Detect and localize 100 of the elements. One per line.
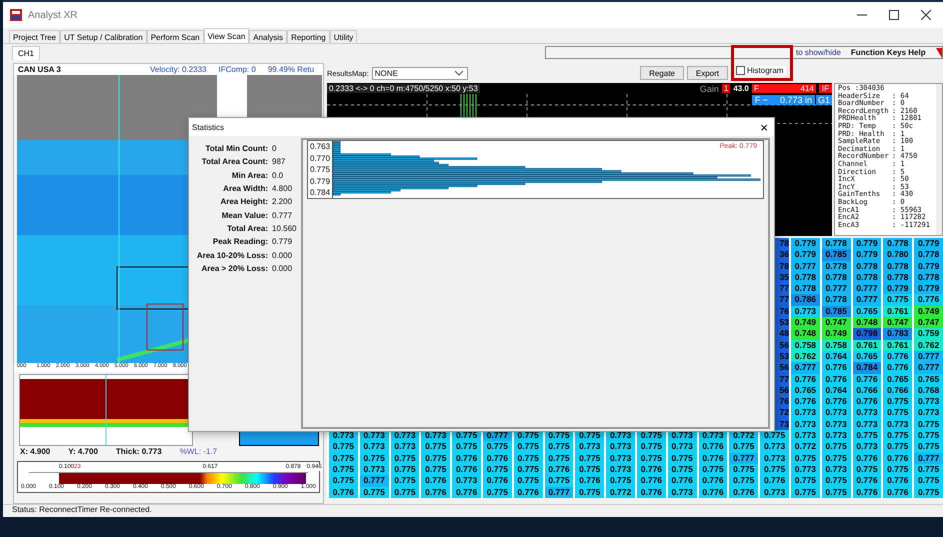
- thickness-cell: 0.775: [822, 475, 851, 487]
- thickness-cell: 0.775: [729, 464, 758, 476]
- close-icon[interactable]: [921, 10, 931, 20]
- stat-label: Peak Reading:: [212, 237, 269, 246]
- thickness-cell: 0.778: [883, 260, 912, 272]
- thickness-cell: 0.773: [883, 418, 912, 430]
- thickness-cell: 0.773: [360, 464, 389, 476]
- thickness-cell: 0.775: [914, 464, 943, 476]
- thickness-cell: 0.758: [790, 340, 820, 351]
- thickness-cell: 0.775: [914, 441, 943, 453]
- histogram-checkbox[interactable]: Histogram: [736, 66, 786, 75]
- thickness-cell: 0.773: [790, 464, 820, 476]
- thickness-cell: 0.779: [914, 283, 943, 294]
- scan-title: CAN USA 3: [18, 65, 62, 74]
- thickness-cell: 0.779: [852, 238, 882, 250]
- thickness-cell: 0.775: [883, 441, 912, 453]
- thickness-cell: 0.778: [914, 272, 943, 284]
- thickness-cell: 0.775: [329, 441, 358, 453]
- thickness-cell: 0.748: [790, 328, 820, 340]
- thickness-cell: 0.775: [914, 486, 943, 498]
- channel-tab[interactable]: CH1: [12, 46, 40, 60]
- a-scan-header: 0.2333 <-> 0 ch=0 m:4750/5250 x:50 y:53: [327, 84, 480, 93]
- thickness-cell: 0.775: [360, 452, 389, 464]
- scrollbar[interactable]: [936, 84, 942, 235]
- thickness-cell: 0.775: [822, 486, 851, 498]
- thickness-cell: 0.773: [822, 464, 851, 476]
- thickness-cell: 0.765: [914, 374, 943, 385]
- window-title: Analyst XR: [28, 10, 78, 20]
- thickness-cell: 0.775: [852, 430, 882, 442]
- maximize-icon[interactable]: [889, 10, 899, 20]
- thickness-cell: 0.773: [914, 407, 943, 419]
- arrow-icon[interactable]: [936, 48, 942, 58]
- main-tab[interactable]: UT Setup / Calibration: [60, 30, 147, 43]
- thickness-cell: 0.777: [790, 362, 820, 374]
- stat-value: 0.777: [272, 210, 292, 220]
- gain-index: 1: [722, 84, 730, 93]
- show-hide-hint[interactable]: to show/hide: [796, 48, 841, 57]
- thickness-cell: 0.773: [390, 441, 420, 453]
- histogram-label: 0.775: [310, 164, 332, 176]
- thickness-cell: 0.777: [544, 486, 574, 498]
- readout-label: Thick: 0.773: [116, 447, 162, 456]
- thickness-cell: 0.776: [852, 486, 882, 498]
- main-tab[interactable]: View Scan: [204, 28, 250, 43]
- thickness-cell: 0.777: [914, 350, 943, 362]
- gain-value: 43.0: [733, 84, 749, 93]
- thickness-cell: 0.776: [698, 441, 728, 453]
- thickness-cell: 0.776: [452, 452, 481, 464]
- histogram-label: 0.779: [310, 176, 332, 187]
- thickness-cell: 0.779: [852, 249, 882, 261]
- thickness-cell: 0.776: [822, 374, 851, 385]
- thickness-cell: 0.776: [914, 294, 943, 306]
- function-keys-help[interactable]: Function Keys Help: [850, 48, 926, 57]
- return-label: 99.49% Retu: [268, 65, 314, 74]
- thickness-cell: 0.747: [914, 317, 943, 328]
- thickness-cell: 0.775: [329, 475, 358, 487]
- thickness-cell: 0.776: [544, 464, 574, 476]
- stat-label: Area > 20% Loss:: [200, 264, 269, 273]
- thickness-cell: 0.765: [883, 374, 912, 385]
- thickness-cell: 0.775: [514, 441, 543, 453]
- thickness-cell: 0.777: [914, 452, 943, 464]
- thickness-cell: 0.776: [760, 475, 789, 487]
- thickness-cell: 0.768: [914, 384, 943, 396]
- thickness-cell: 0.778: [883, 238, 912, 250]
- thickness-cell: 0.773: [668, 486, 697, 498]
- stat-label: Area Width:: [222, 184, 269, 194]
- thickness-cell: 0.776: [514, 486, 543, 498]
- thickness-cell: 0.761: [883, 306, 912, 318]
- thickness-cell: 0.759: [914, 328, 943, 340]
- thickness-cell: 0.776: [329, 486, 358, 498]
- thickness-cell: 0.749: [914, 306, 943, 318]
- thickness-cell: 0.775: [421, 464, 450, 476]
- results-map-dropdown[interactable]: NONE: [372, 66, 468, 80]
- main-tab[interactable]: Utility: [330, 30, 358, 43]
- thickness-cell: 0.773: [606, 464, 635, 476]
- thickness-cell: 0.776: [698, 475, 728, 487]
- thickness-cell: 0.773: [790, 430, 820, 442]
- main-tab[interactable]: Perform Scan: [146, 30, 204, 43]
- toolbar-button[interactable]: Export: [686, 66, 728, 80]
- thickness-cell: 0.747: [883, 317, 912, 328]
- thickness-cell: 0.775: [482, 441, 512, 453]
- stat-label: Min Area:: [230, 170, 269, 180]
- thickness-cell: 0.779: [790, 238, 820, 250]
- readout-label: Y: 4.700: [68, 447, 98, 456]
- thickness-cell: 0.783: [883, 328, 912, 340]
- close-button[interactable]: ×: [754, 120, 774, 134]
- thickness-cell: 0.766: [883, 384, 912, 396]
- thickness-cell: 0.775: [883, 407, 912, 419]
- stat-label: Area 10-20% Loss:: [196, 250, 269, 260]
- stat-value: 0: [272, 144, 276, 154]
- main-tab[interactable]: Reporting: [287, 30, 330, 43]
- thickness-cell: 0.775: [790, 452, 820, 464]
- thickness-cell: 0.775: [914, 418, 943, 430]
- toolbar-button[interactable]: Regate: [640, 66, 684, 80]
- main-tab[interactable]: Project Tree: [9, 30, 60, 43]
- app-logo-icon: [10, 9, 22, 21]
- thickness-cell: 0.775: [575, 486, 604, 498]
- thickness-cell: 0.775: [482, 464, 512, 476]
- thickness-cell: 0.776: [883, 362, 912, 374]
- main-tab[interactable]: Analysis: [249, 30, 288, 43]
- thickness-cell: 0.761: [852, 340, 882, 351]
